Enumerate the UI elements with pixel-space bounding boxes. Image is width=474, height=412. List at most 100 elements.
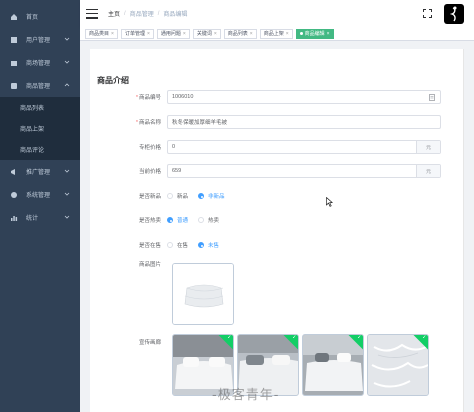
counter-price-label: 专柜价格 — [138, 145, 161, 151]
tag-keyword[interactable]: 关键词 × — [192, 28, 221, 39]
tag-label: 商品编辑 — [304, 31, 325, 37]
goods-sn-row: *商品编号 1006010 — [90, 90, 464, 104]
is-on-sale-label: 是否在售 — [138, 243, 161, 249]
chevron-down-icon — [64, 215, 70, 219]
tag-label: 商品上架 — [263, 31, 284, 37]
counter-price-value: 0 — [172, 144, 176, 150]
radio-label: 热卖 — [208, 218, 220, 224]
radio-label: 非新品 — [208, 194, 225, 200]
sidebar-subitem-goods-create[interactable]: 商品上架 — [0, 118, 80, 139]
is-new-label: 是否新品 — [138, 194, 161, 200]
sidebar-item-label: 商品管理 — [26, 84, 51, 90]
radio-normal[interactable]: 普通 — [167, 216, 188, 224]
retail-price-value: 659 — [172, 168, 182, 174]
radio-not-new[interactable]: 非新品 — [198, 192, 225, 200]
sidebar-item-label: 用户管理 — [26, 38, 51, 44]
goods-pic-uploader[interactable] — [172, 263, 234, 325]
app-main: 商品介绍 *商品编号 1006010 *商品名称 秋冬保暖加厚细羊毛被 专柜价格… — [80, 41, 474, 412]
sidebar-item-system[interactable]: 系统管理 — [0, 183, 80, 206]
tag-label: 商品列表 — [227, 31, 248, 37]
fullscreen-icon[interactable] — [423, 9, 432, 18]
radio-label: 未售 — [208, 243, 220, 249]
close-icon[interactable]: × — [327, 31, 330, 37]
breadcrumb: 主页 / 商品管理 / 商品编辑 — [108, 9, 188, 19]
retail-price-input[interactable]: 659 元 — [167, 164, 441, 178]
goods-pic-label: 商品图片 — [138, 262, 161, 268]
goods-name-value: 秋冬保暖加厚细羊毛被 — [172, 120, 228, 126]
sidebar-subitem-label: 商品列表 — [20, 106, 45, 112]
goods-name-input[interactable]: 秋冬保暖加厚细羊毛被 — [167, 115, 441, 129]
breadcrumb-separator: / — [124, 10, 126, 17]
close-icon[interactable]: × — [286, 31, 289, 37]
radio-new[interactable]: 新品 — [167, 192, 188, 200]
goods-name-label: 商品名称 — [138, 120, 161, 126]
chevron-down-icon — [64, 60, 70, 64]
is-hot-row: 是否热卖 普通 热卖 — [90, 213, 464, 227]
tag-goods-create[interactable]: 商品上架 × — [259, 28, 293, 39]
mouse-cursor-icon — [326, 197, 333, 207]
radio-off-sale[interactable]: 未售 — [198, 241, 219, 249]
tag-goods-list[interactable]: 商品列表 × — [223, 28, 257, 39]
tag-issue[interactable]: 通用问题 × — [156, 28, 190, 39]
sidebar-item-label: 首页 — [26, 15, 39, 21]
tag-goods-edit[interactable]: 商品编辑 × — [295, 28, 334, 39]
sidebar-item-label: 统计 — [26, 216, 39, 222]
counter-price-input[interactable]: 0 元 — [167, 140, 441, 154]
gallery-image-3[interactable]: ✓ — [302, 334, 364, 396]
active-dot-icon — [299, 32, 303, 35]
sidebar-item-label: 系统管理 — [26, 193, 51, 199]
retail-price-row: 当前价格 659 元 — [90, 164, 464, 178]
breadcrumb-goods[interactable]: 商品管理 — [130, 9, 154, 18]
document-icon — [429, 94, 435, 101]
tags-view: 商品类目 × 订单管理 × 通用问题 × 关键词 × 商品列表 × 商品上架 × 商品编辑 × — [80, 27, 474, 41]
radio-label: 普通 — [177, 218, 189, 224]
tag-goods-category[interactable]: 商品类目 × — [85, 28, 118, 39]
radio-label: 在售 — [177, 243, 189, 249]
system-icon — [10, 191, 18, 199]
avatar-icon[interactable] — [444, 4, 464, 24]
sidebar-item-stats[interactable]: 统计 — [0, 206, 80, 229]
hamburger-icon[interactable] — [86, 8, 98, 19]
goods-sn-value: 1006010 — [172, 94, 194, 100]
goods-icon — [10, 82, 18, 90]
goods-name-row: *商品名称 秋冬保暖加厚细羊毛被 — [90, 115, 464, 129]
chart-icon — [10, 214, 18, 222]
promotion-icon — [10, 168, 18, 176]
tag-label: 商品类目 — [89, 31, 110, 37]
watermark: -极客青年- — [212, 388, 280, 403]
sidebar-subitem-goods-list[interactable]: 商品列表 — [0, 97, 80, 118]
goods-sn-input[interactable]: 1006010 — [167, 90, 441, 104]
sidebar-item-promotion[interactable]: 推广管理 — [0, 160, 80, 183]
close-icon[interactable]: × — [183, 31, 186, 37]
is-hot-label: 是否热卖 — [138, 218, 161, 224]
goods-pic-image — [173, 264, 233, 324]
sidebar-item-users[interactable]: 用户管理 — [0, 28, 80, 51]
retail-price-unit: 元 — [416, 165, 440, 177]
tag-label: 关键词 — [196, 31, 212, 37]
close-icon[interactable]: × — [111, 31, 114, 37]
sidebar-subitem-goods-comment[interactable]: 商品评论 — [0, 139, 80, 160]
close-icon[interactable]: × — [214, 31, 217, 37]
tag-order[interactable]: 订单管理 × — [120, 28, 154, 39]
sidebar-subitem-label: 商品上架 — [20, 127, 45, 133]
user-icon — [10, 36, 18, 44]
retail-price-label: 当前价格 — [138, 169, 161, 175]
radio-on-sale[interactable]: 在售 — [167, 241, 188, 249]
chevron-up-icon — [64, 83, 70, 87]
breadcrumb-separator: / — [157, 10, 160, 17]
sidebar-item-label: 推广管理 — [26, 170, 51, 176]
close-icon[interactable]: × — [250, 31, 253, 37]
breadcrumb-current: 商品编辑 — [163, 12, 188, 18]
counter-price-unit: 元 — [416, 141, 440, 153]
radio-hot[interactable]: 热卖 — [198, 216, 219, 224]
sidebar-item-goods[interactable]: 商品管理 — [0, 74, 80, 97]
sidebar-item-home[interactable]: 首页 — [0, 5, 80, 28]
gallery-image-4[interactable]: ✓ — [367, 334, 429, 396]
goods-intro-card: 商品介绍 *商品编号 1006010 *商品名称 秋冬保暖加厚细羊毛被 专柜价格… — [90, 49, 464, 412]
navbar: 主页 / 商品管理 / 商品编辑 — [80, 0, 474, 27]
sidebar-item-mall[interactable]: 商场管理 — [0, 51, 80, 74]
chevron-down-icon — [64, 169, 70, 173]
breadcrumb-home[interactable]: 主页 — [108, 9, 120, 18]
shop-icon — [10, 59, 18, 67]
close-icon[interactable]: × — [147, 31, 150, 37]
